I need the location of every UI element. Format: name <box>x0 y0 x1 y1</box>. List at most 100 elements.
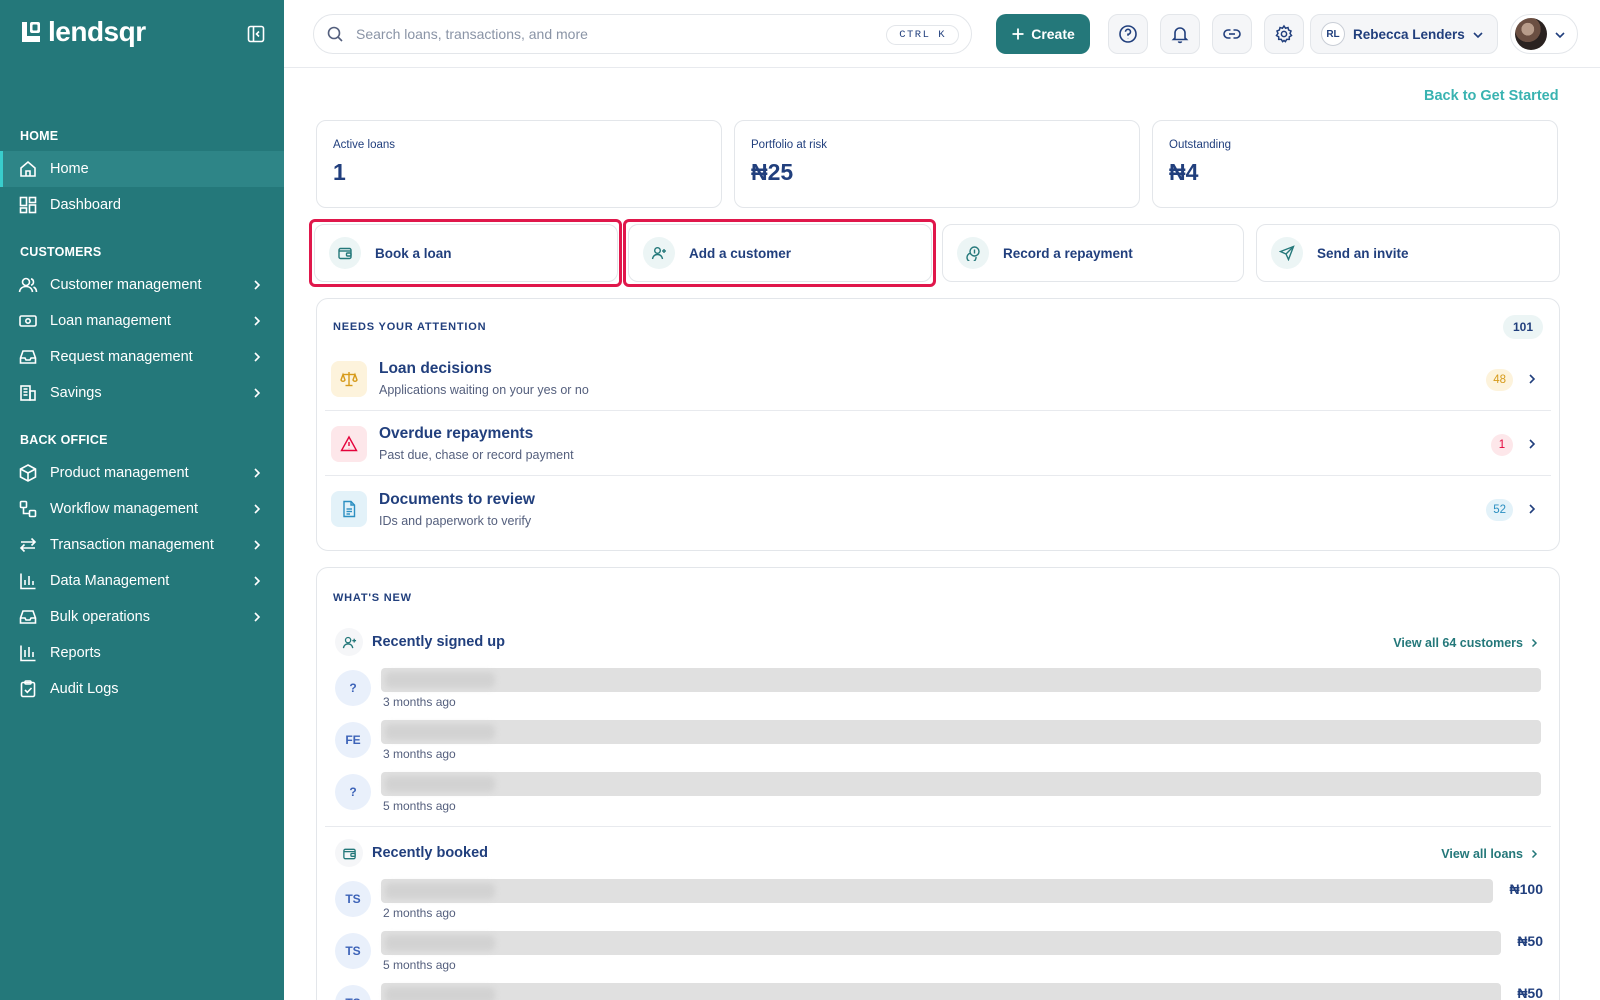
record-repayment-button[interactable]: Record a repayment <box>942 224 1244 282</box>
bank-icon <box>20 385 36 401</box>
section-back-office: BACK OFFICE <box>20 433 108 447</box>
org-name: Rebecca Lenders <box>1353 26 1465 42</box>
stat-label: Portfolio at risk <box>751 139 828 151</box>
add-customer-button[interactable]: Add a customer <box>628 224 932 282</box>
view-all-label: View all loans <box>1441 847 1523 861</box>
warning-triangle-icon <box>340 435 358 451</box>
send-invite-button[interactable]: Send an invite <box>1256 224 1560 282</box>
redacted-text <box>385 883 495 899</box>
search-input[interactable] <box>356 26 856 42</box>
view-all-customers-link[interactable]: View all 64 customers <box>1393 636 1539 650</box>
inbox-icon <box>19 350 37 364</box>
attention-title: Overdue repayments <box>379 425 534 442</box>
booked-time: 2 months ago <box>383 906 456 920</box>
sidebar-item-label: Customer management <box>50 277 202 293</box>
view-all-label: View all 64 customers <box>1393 636 1523 650</box>
tray-icon <box>19 610 37 624</box>
chevron-right-icon <box>254 612 261 622</box>
search-bar[interactable]: CTRL K <box>313 14 972 54</box>
chevron-right-icon <box>1529 504 1536 514</box>
user-menu[interactable] <box>1510 14 1578 54</box>
book-loan-button[interactable]: Book a loan <box>314 224 618 282</box>
brand-logo[interactable]: lendsqr <box>20 17 146 47</box>
wallet-icon-wrap <box>335 839 363 867</box>
attention-title: Loan decisions <box>379 360 492 377</box>
brand-name: lendsqr <box>48 16 146 47</box>
send-icon <box>1279 245 1295 261</box>
home-icon <box>20 160 36 177</box>
view-all-loans-link[interactable]: View all loans <box>1441 847 1539 861</box>
section-title: Recently signed up <box>372 634 505 650</box>
sidebar-item-label: Savings <box>50 385 102 401</box>
sidebar-item-audit-logs[interactable]: Audit Logs <box>0 671 284 707</box>
chevron-right-icon <box>254 468 261 478</box>
collapse-sidebar-icon[interactable] <box>246 24 266 44</box>
list-item[interactable]: TS 2 months ago ₦100 <box>335 879 1543 925</box>
bell-icon <box>1171 27 1189 44</box>
sidebar-item-loan-management[interactable]: Loan management <box>0 303 284 339</box>
list-item[interactable]: FE 3 months ago <box>335 720 1541 766</box>
back-to-get-started-link[interactable]: Back to Get Started <box>1424 88 1559 104</box>
sidebar-item-label: Bulk operations <box>50 609 150 625</box>
sidebar-item-savings[interactable]: Savings <box>0 375 284 411</box>
create-label: Create <box>1031 26 1075 42</box>
help-button[interactable] <box>1108 14 1148 54</box>
sidebar-item-workflow-management[interactable]: Workflow management <box>0 491 284 527</box>
section-home: HOME <box>20 129 59 143</box>
attention-item-documents-to-review[interactable]: Documents to review IDs and paperwork to… <box>325 477 1551 541</box>
document-icon <box>343 500 356 518</box>
list-item[interactable]: ? 5 months ago <box>335 772 1541 818</box>
chevron-right-icon <box>254 576 261 586</box>
stat-label: Active loans <box>333 139 396 151</box>
chevron-right-icon <box>254 504 261 514</box>
loan-amount: ₦100 <box>1509 881 1543 897</box>
sidebar-item-label: Audit Logs <box>50 681 119 697</box>
chevron-right-icon <box>254 388 261 398</box>
list-item[interactable]: TS ₦50 <box>335 983 1543 1000</box>
sidebar: lendsqr HOME Home Dashboard CUSTOMERS Cu… <box>0 0 284 1000</box>
stat-value: ₦4 <box>1169 159 1199 185</box>
sidebar-item-product-management[interactable]: Product management <box>0 455 284 491</box>
sidebar-item-request-management[interactable]: Request management <box>0 339 284 375</box>
stat-label: Outstanding <box>1169 139 1232 151</box>
sidebar-item-customer-management[interactable]: Customer management <box>0 267 284 303</box>
attention-item-overdue-repayments[interactable]: Overdue repayments Past due, chase or re… <box>325 412 1551 476</box>
section-title: Recently booked <box>372 845 489 861</box>
redacted-text <box>385 724 495 740</box>
wallet-icon <box>342 848 356 859</box>
section-customers: CUSTOMERS <box>20 245 102 259</box>
sidebar-item-bulk-operations[interactable]: Bulk operations <box>0 599 284 635</box>
sidebar-item-dashboard[interactable]: Dashboard <box>0 187 284 223</box>
package-icon <box>19 464 37 482</box>
organization-switcher[interactable]: RL Rebecca Lenders <box>1310 14 1498 54</box>
workflow-icon <box>19 500 37 518</box>
needs-attention-panel: NEEDS YOUR ATTENTION 101 Loan decisions … <box>316 298 1560 551</box>
attention-item-loan-decisions[interactable]: Loan decisions Applications waiting on y… <box>325 347 1551 411</box>
list-item[interactable]: ? 3 months ago <box>335 668 1541 714</box>
loan-amount: ₦50 <box>1517 933 1543 949</box>
redacted-name <box>381 668 1541 692</box>
sidebar-item-reports[interactable]: Reports <box>0 635 284 671</box>
sidebar-item-data-management[interactable]: Data Management <box>0 563 284 599</box>
notifications-button[interactable] <box>1160 14 1200 54</box>
list-item[interactable]: TS 5 months ago ₦50 <box>335 931 1543 977</box>
sidebar-item-home[interactable]: Home <box>0 151 284 187</box>
chevron-right-icon <box>1529 374 1536 384</box>
action-label: Book a loan <box>375 245 452 261</box>
redacted-text <box>385 935 495 951</box>
redacted-text <box>385 776 495 792</box>
user-plus-icon-wrap <box>335 628 363 656</box>
document-icon-wrap <box>331 491 367 527</box>
chevron-right-icon <box>1529 439 1536 449</box>
avatar: FE <box>335 722 371 758</box>
attention-title: Documents to review <box>379 490 535 508</box>
redacted-text <box>385 672 495 688</box>
bar-chart-icon <box>20 573 36 590</box>
action-label: Record a repayment <box>1003 245 1133 261</box>
settings-button[interactable] <box>1264 14 1304 54</box>
link-button[interactable] <box>1212 14 1252 54</box>
chevron-down-icon <box>1473 32 1483 39</box>
sidebar-item-transaction-management[interactable]: Transaction management <box>0 527 284 563</box>
create-button[interactable]: Create <box>996 14 1090 54</box>
avatar: TS <box>335 881 371 917</box>
